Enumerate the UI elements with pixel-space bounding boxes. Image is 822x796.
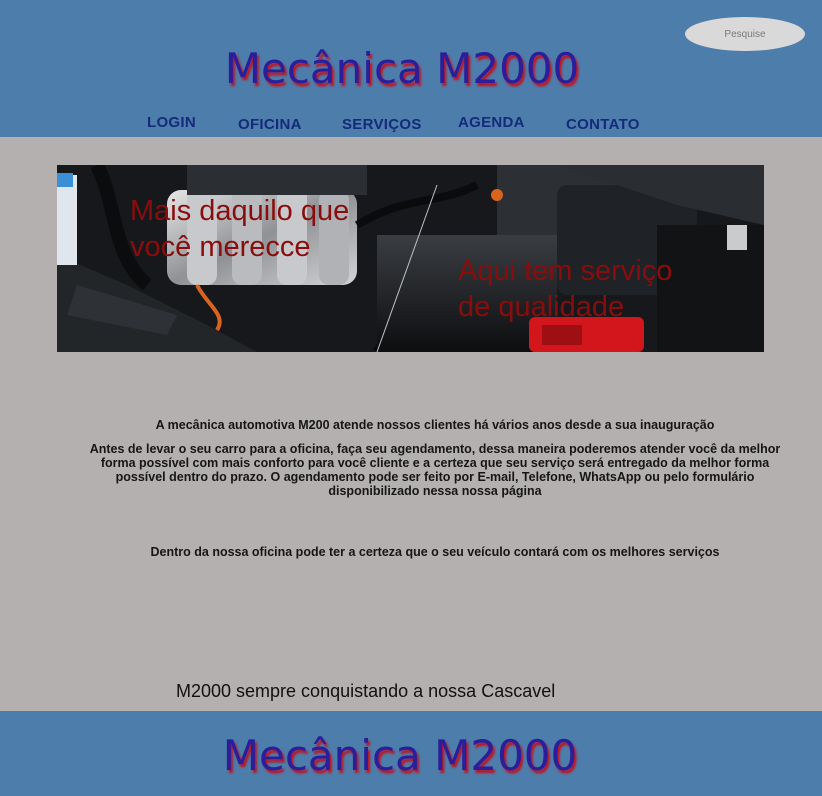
scheduling-text: Antes de levar o seu carro para a oficin…	[89, 442, 781, 498]
site-footer: Mecânica M2000	[0, 711, 822, 796]
banner-text-left-line1: Mais daquilo que	[130, 195, 350, 227]
banner-text-right-line1: Aqui tem serviço	[458, 255, 673, 287]
site-header: Mecânica M2000 LOGIN OFICINA SERVIÇOS AG…	[0, 0, 822, 137]
nav-contato[interactable]: CONTATO	[566, 116, 640, 133]
footer-title: Mecânica M2000	[222, 731, 578, 780]
nav-oficina[interactable]: OFICINA	[238, 116, 302, 133]
banner-text-right-line2: de qualidade	[458, 291, 625, 323]
site-title: Mecânica M2000	[224, 44, 580, 93]
nav-servicos[interactable]: SERVIÇOS	[342, 116, 422, 133]
slogan-text: M2000 sempre conquistando a nossa Cascav…	[176, 681, 556, 701]
hero-banner: Mais daquilo que você merecce Aqui tem s…	[57, 165, 764, 352]
banner-text-left-line2: você merecce	[130, 231, 311, 263]
nav-login[interactable]: LOGIN	[147, 114, 196, 131]
services-text: Dentro da nossa oficina pode ter a certe…	[150, 545, 720, 559]
nav-agenda[interactable]: AGENDA	[458, 114, 525, 131]
intro-text: A mecânica automotiva M200 atende nossos…	[155, 418, 715, 432]
